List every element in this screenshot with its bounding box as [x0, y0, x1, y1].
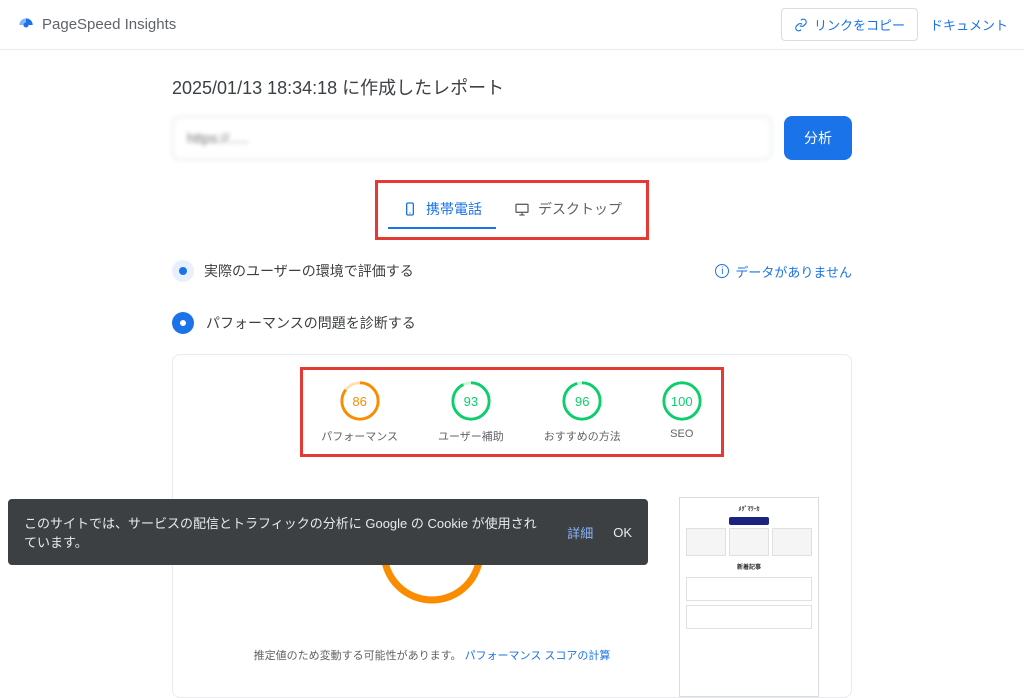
preview-hero-bar — [729, 517, 769, 525]
url-input[interactable] — [172, 116, 772, 160]
score-performance[interactable]: 86 パフォーマンス — [321, 380, 398, 444]
real-user-section: 実際のユーザーの環境で評価する i データがありません — [172, 260, 852, 282]
score-bestpractices[interactable]: 96 おすすめの方法 — [544, 380, 621, 444]
mobile-icon — [402, 201, 418, 217]
scores-highlight: 86 パフォーマンス 93 ユーザー補助 9 — [300, 367, 724, 457]
desktop-icon — [514, 201, 530, 217]
score-calc-link[interactable]: パフォーマンス スコアの計算 — [465, 650, 611, 662]
info-icon: i — [715, 264, 729, 278]
tab-mobile[interactable]: 携帯電話 — [388, 191, 496, 229]
preview-brand: ﾒｸﾞﾏﾜｰｶ — [686, 504, 812, 513]
real-user-title: 実際のユーザーの環境で評価する — [204, 261, 414, 281]
tab-mobile-label: 携帯電話 — [426, 199, 482, 219]
score-footnote: 推定値のため変動する可能性があります。 パフォーマンス スコアの計算 — [254, 647, 611, 663]
score-seo-value: 100 — [661, 380, 703, 422]
section-icon-diagnose — [172, 312, 194, 334]
diagnose-section: パフォーマンスの問題を診断する — [172, 312, 852, 334]
main-content: 2025/01/13 18:34:18 に作成したレポート 分析 携帯電話 デス… — [0, 50, 1024, 698]
gauge-accessibility: 93 — [450, 380, 492, 422]
cookie-bar: このサイトでは、サービスの配信とトラフィックの分析に Google の Cook… — [8, 499, 648, 565]
score-bestpractices-value: 96 — [561, 380, 603, 422]
tabs-region: 携帯電話 デスクトップ — [172, 180, 852, 240]
tab-desktop-label: デスクトップ — [538, 199, 622, 219]
preview-cell — [729, 528, 769, 556]
score-accessibility[interactable]: 93 ユーザー補助 — [438, 380, 504, 444]
header-left: PageSpeed Insights — [16, 15, 176, 35]
cookie-ok-button[interactable]: OK — [613, 525, 632, 540]
tab-desktop[interactable]: デスクトップ — [500, 191, 636, 229]
header-right: リンクをコピー ドキュメント — [781, 8, 1008, 41]
gauge-performance: 86 — [339, 380, 381, 422]
cookie-details-link[interactable]: 詳細 — [567, 523, 593, 542]
cookie-message: このサイトでは、サービスの配信とトラフィックの分析に Google の Cook… — [24, 513, 547, 551]
score-seo-label: SEO — [670, 428, 693, 440]
docs-link[interactable]: ドキュメント — [930, 15, 1008, 34]
preview-section: 新着記事 — [686, 562, 812, 571]
preview-item — [686, 577, 812, 601]
gauge-seo: 100 — [661, 380, 703, 422]
preview-col: ﾒｸﾞﾏﾜｰｶ 新着記事 — [679, 497, 819, 697]
logo[interactable]: PageSpeed Insights — [16, 15, 176, 35]
header: PageSpeed Insights リンクをコピー ドキュメント — [0, 0, 1024, 50]
preview-item — [686, 605, 812, 629]
preview-cell — [772, 528, 812, 556]
pagespeed-logo-icon — [16, 15, 36, 35]
copy-link-label: リンクをコピー — [814, 15, 905, 34]
preview-grid — [686, 528, 812, 556]
analyze-button[interactable]: 分析 — [784, 116, 852, 160]
score-seo[interactable]: 100 SEO — [661, 380, 703, 444]
device-tabs-highlight: 携帯電話 デスクトップ — [375, 180, 649, 240]
copy-link-button[interactable]: リンクをコピー — [781, 8, 918, 41]
score-accessibility-value: 93 — [450, 380, 492, 422]
link-icon — [794, 18, 808, 32]
score-performance-value: 86 — [339, 380, 381, 422]
diagnose-title: パフォーマンスの問題を診断する — [206, 313, 416, 333]
page-preview: ﾒｸﾞﾏﾜｰｶ 新着記事 — [679, 497, 819, 697]
no-data-label: データがありません — [735, 262, 852, 281]
section-icon-real-user — [172, 260, 194, 282]
report-title: 2025/01/13 18:34:18 に作成したレポート — [172, 74, 852, 100]
no-data-link[interactable]: i データがありません — [715, 262, 852, 281]
search-row: 分析 — [172, 116, 852, 160]
gauge-bestpractices: 96 — [561, 380, 603, 422]
score-performance-label: パフォーマンス — [321, 428, 398, 444]
score-bestpractices-label: おすすめの方法 — [544, 428, 621, 444]
score-accessibility-label: ユーザー補助 — [438, 428, 504, 444]
brand-text: PageSpeed Insights — [42, 16, 176, 33]
preview-cell — [686, 528, 726, 556]
